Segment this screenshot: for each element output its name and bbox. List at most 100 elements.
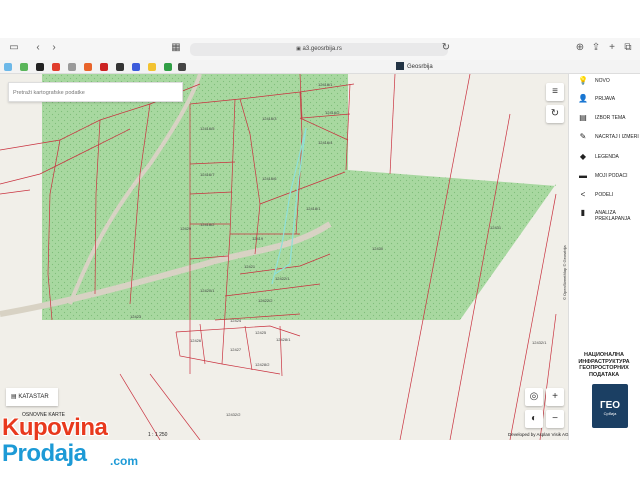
menu-item-legenda[interactable]: ◆ LEGENDA bbox=[568, 152, 640, 168]
parcel-number[interactable]: 12416/1 bbox=[318, 82, 333, 87]
parcel-number[interactable]: 12424 bbox=[230, 318, 242, 323]
parcel-number[interactable]: 12432/1 bbox=[532, 340, 547, 345]
cadastral-map[interactable]: 12416/1 12416/2 12416/3 12416/4 12416/5 12416… bbox=[0, 74, 568, 440]
bookmark-icon[interactable] bbox=[36, 63, 44, 71]
parcel-number[interactable]: 12427 bbox=[230, 347, 242, 352]
parcel-number[interactable]: 12431 bbox=[490, 225, 502, 230]
menu-item-izbor-tema[interactable]: ▤ IZBOR TEMA bbox=[568, 113, 640, 129]
bookmark-icon[interactable] bbox=[84, 63, 92, 71]
bookmark-icon[interactable] bbox=[164, 63, 172, 71]
parcel-number[interactable]: 12432/2 bbox=[226, 412, 241, 417]
lock-icon: ▣ bbox=[296, 46, 301, 52]
parcel-number[interactable]: 12422/2 bbox=[258, 298, 273, 303]
parcel-number[interactable]: 12426 bbox=[190, 338, 202, 343]
parcel-number[interactable]: 12416/7 bbox=[200, 172, 215, 177]
parcel-number[interactable]: 12425 bbox=[255, 330, 267, 335]
watermark-domain: .com bbox=[110, 454, 139, 468]
open-area bbox=[348, 74, 568, 170]
new-tab-icon[interactable]: + bbox=[606, 42, 618, 54]
reload-icon[interactable]: ↻ bbox=[440, 42, 452, 54]
menu-item-nacrtaj-i-izmeri[interactable]: ✎ NACRTAJ I IZMERI bbox=[568, 132, 640, 148]
katastar-button[interactable]: ▤ KATASTAR bbox=[6, 388, 58, 406]
bookmark-icon[interactable] bbox=[68, 63, 76, 71]
parcel-number[interactable]: 12422/1 bbox=[275, 276, 290, 281]
menu-item-label: IZBOR TEMA bbox=[595, 115, 626, 121]
bookmark-icon[interactable] bbox=[52, 63, 60, 71]
download-icon[interactable]: ⊕ bbox=[574, 42, 586, 54]
menu-item-label: NOVO bbox=[595, 78, 610, 84]
active-tab[interactable]: Geosrbija bbox=[396, 62, 433, 72]
tabs-icon[interactable]: ⧉ bbox=[622, 42, 634, 54]
zoom-out-button[interactable]: − bbox=[546, 410, 564, 428]
menu-item-label: MOJI PODACI bbox=[595, 173, 628, 179]
layers-icon: ▤ bbox=[579, 113, 587, 122]
zoom-in-button[interactable]: + bbox=[546, 388, 564, 406]
parcel-number[interactable]: 12419 bbox=[252, 236, 264, 241]
screenshot-frame: ▭ ‹ › ▦ ▣ a3.geosrbija.rs ↻ ⊕ ⇪ + ⧉ Geos… bbox=[0, 0, 640, 480]
back-arrow-icon[interactable]: ‹ bbox=[32, 42, 44, 54]
bookmark-icon[interactable] bbox=[178, 63, 186, 71]
parcel-number[interactable]: 12423 bbox=[130, 314, 142, 319]
menu-item-novo[interactable]: 💡 NOVO bbox=[568, 76, 640, 92]
parcel-number[interactable]: 12416/4 bbox=[318, 140, 333, 145]
watermark-kupovina: Kupovina bbox=[2, 414, 108, 441]
menu-item-label: ANALIZA PREKLAPANJA bbox=[595, 210, 631, 222]
parcel-number[interactable]: 12416/3 bbox=[262, 116, 277, 121]
bookmark-icon[interactable] bbox=[20, 63, 28, 71]
parcel-number[interactable]: 12416/5 bbox=[200, 126, 215, 131]
parcel-number[interactable]: 12430 bbox=[372, 246, 384, 251]
folder-icon: ▬ bbox=[579, 171, 587, 180]
share-icon: < bbox=[580, 190, 586, 199]
bookmark-icon[interactable] bbox=[4, 63, 12, 71]
geo-srbija-logo: ГЕО Србија bbox=[592, 384, 628, 428]
parcel-number[interactable]: 12429 bbox=[180, 226, 192, 231]
watermark-prodaja: Prodaja bbox=[2, 440, 87, 467]
menu-item-label: NACRTAJ I IZMERI bbox=[595, 134, 639, 140]
menu-item-prijava[interactable]: 👤 PRIJAVA bbox=[568, 94, 640, 110]
user-icon: 👤 bbox=[578, 94, 588, 103]
parcel-number[interactable]: 12428/2 bbox=[255, 362, 270, 367]
menu-item-label: PODELI bbox=[595, 192, 614, 198]
legend-icon: ◆ bbox=[579, 152, 587, 161]
geosrbija-favicon-icon bbox=[396, 62, 404, 71]
parcel-number[interactable]: 12416/2 bbox=[325, 110, 340, 115]
tab-overview-icon[interactable]: ▦ bbox=[170, 42, 182, 54]
share-icon[interactable]: ⇪ bbox=[590, 42, 602, 54]
agency-name-line: ПОДАТАКА bbox=[588, 371, 620, 378]
parcel-number[interactable]: 12418/2 bbox=[200, 222, 215, 227]
map-attribution: Developed by Asplan Visik AG bbox=[508, 432, 569, 437]
parcel-number[interactable]: 12416/6 bbox=[262, 176, 277, 181]
logo-subtext: Србија bbox=[603, 411, 617, 416]
menu-item-podeli[interactable]: < PODELI bbox=[568, 190, 640, 206]
bookmark-icon[interactable] bbox=[132, 63, 140, 71]
menu-item-analiza-preklapanja[interactable]: ▮ ANALIZA PREKLAPANJA bbox=[568, 209, 640, 224]
url-text: a3.geosrbija.rs bbox=[302, 46, 342, 52]
katastar-label: KATASTAR bbox=[18, 394, 49, 400]
parcel-number[interactable]: 12420/1 bbox=[200, 288, 215, 293]
menu-item-moji-podaci[interactable]: ▬ MOJI PODACI bbox=[568, 171, 640, 187]
map-scale: 1 : 1 250 bbox=[148, 432, 168, 438]
parcel-number[interactable]: 12428/1 bbox=[276, 337, 291, 342]
url-field[interactable]: ▣ a3.geosrbija.rs bbox=[190, 43, 448, 56]
lightbulb-icon: 💡 bbox=[578, 76, 588, 85]
parcel-number[interactable]: 12418/1 bbox=[306, 206, 321, 211]
agency-name-line: ГЕОПРОСТОРНИХ bbox=[579, 365, 629, 371]
bookmark-icon[interactable] bbox=[100, 63, 108, 71]
tab-title-text: Geosrbija bbox=[407, 64, 433, 70]
menu-item-label: PRIJAVA bbox=[595, 96, 616, 102]
map-layer-icon: ▤ bbox=[11, 394, 17, 400]
locate-icon[interactable]: ◎ bbox=[525, 388, 543, 406]
map-search-input[interactable]: Pretraži kartografske podatke bbox=[8, 82, 183, 102]
bookmark-icon[interactable] bbox=[116, 63, 124, 71]
agency-name: НАЦИОНАЛНА ИНФРАСТРУКТУРА ГЕОПРОСТОРНИХ … bbox=[570, 352, 638, 378]
side-attribution: © OpenStreetMap © Geosrbija bbox=[562, 245, 567, 300]
compass-icon[interactable]: ◐ bbox=[525, 410, 543, 428]
sidebar-toggle-icon[interactable]: ▭ bbox=[8, 42, 20, 54]
bookmark-icon[interactable] bbox=[148, 63, 156, 71]
parcel-number[interactable]: 12421 bbox=[244, 264, 256, 269]
forward-arrow-icon[interactable]: › bbox=[48, 42, 60, 54]
refresh-icon[interactable]: ↻ bbox=[546, 105, 564, 123]
menu-icon[interactable]: ≡ bbox=[546, 83, 564, 101]
map-canvas[interactable]: 12416/1 12416/2 12416/3 12416/4 12416/5 12416… bbox=[0, 74, 568, 440]
pencil-icon: ✎ bbox=[579, 132, 587, 141]
